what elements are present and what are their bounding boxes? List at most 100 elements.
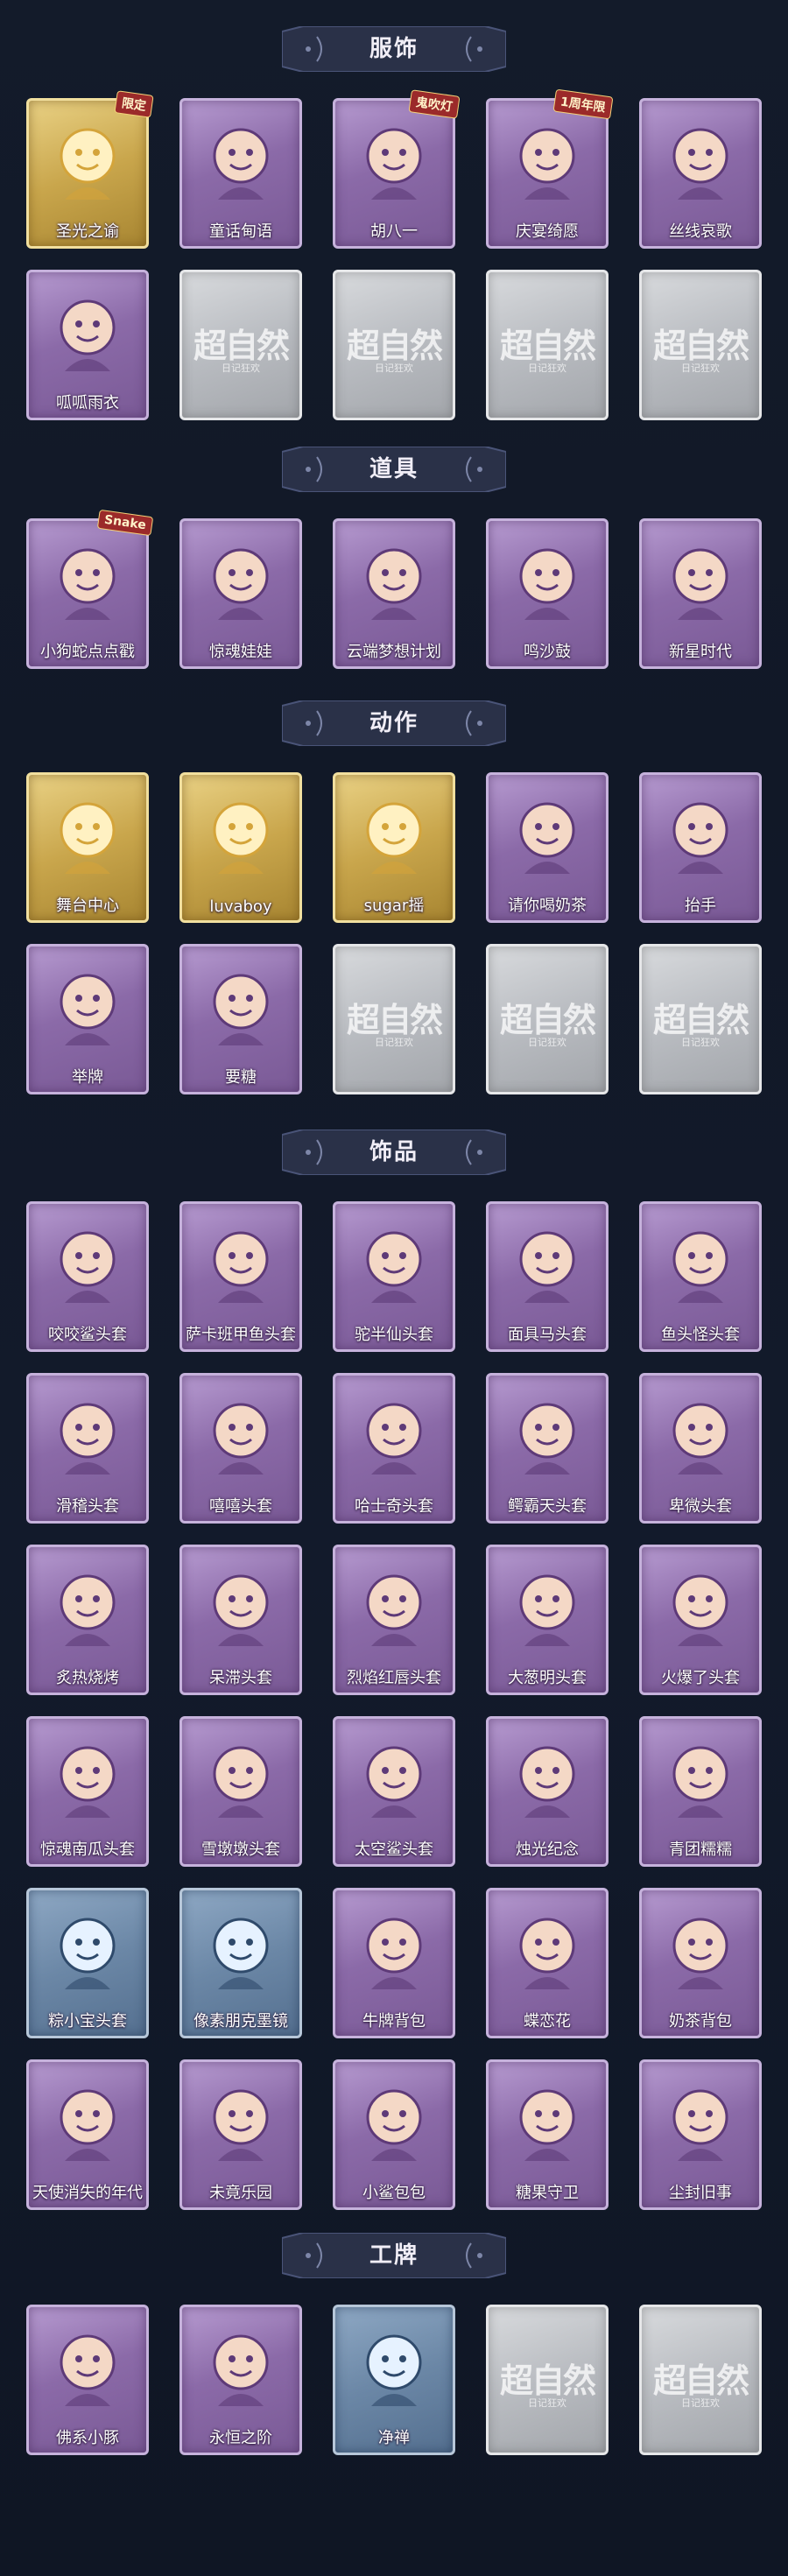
item-card[interactable]: 小鲨包包 (333, 2059, 455, 2210)
item-card[interactable]: sugar摇 (333, 772, 455, 923)
item-card[interactable]: 请你喝奶茶 (486, 772, 609, 923)
item-card[interactable]: 惊魂娃娃 (179, 518, 302, 669)
grin-emoji-icon (193, 1385, 288, 1483)
item-grid: 佛系小豚 永恒之阶 净禅 超自然 日记狂欢 超自然 日记狂欢 (26, 2305, 762, 2455)
item-card[interactable]: 火爆了头套 (639, 1545, 762, 1695)
placeholder-subtitle: 日记狂欢 (681, 362, 720, 374)
item-label: 嘻嘻头套 (209, 1497, 272, 1516)
item-label: 佛系小豚 (56, 2429, 119, 2447)
item-label: 滑稽头套 (56, 1497, 119, 1516)
item-card[interactable]: 鳄霸天头套 (486, 1373, 609, 1524)
item-label: 驼半仙头套 (355, 1326, 433, 1344)
section-header: 工牌 (282, 2233, 506, 2278)
item-card[interactable]: 嘻嘻头套 (179, 1373, 302, 1524)
placeholder-subtitle: 日记狂欢 (681, 1037, 720, 1048)
placeholder-subtitle: 日记狂欢 (528, 2397, 566, 2409)
section-header: 动作 (282, 700, 506, 746)
item-card[interactable]: 胡八一 鬼吹灯 (333, 89, 461, 249)
item-label: 鱼头怪头套 (661, 1326, 740, 1344)
item-card[interactable]: 举牌 (26, 944, 149, 1094)
item-label: 云端梦想计划 (347, 643, 441, 661)
locked-item-card[interactable]: 超自然 日记狂欢 (333, 944, 455, 1094)
section-header: 服饰 (282, 26, 506, 72)
item-card[interactable]: luvaboy (179, 772, 302, 923)
milk-tea-pose-icon (500, 785, 595, 883)
item-card[interactable]: 青团糯糯 (639, 1716, 762, 1867)
item-card[interactable]: 咬咬鲨头套 (26, 1201, 149, 1352)
item-card[interactable]: 小狗蛇点点戳 Snake (26, 509, 154, 669)
item-card[interactable]: 圣光之谕 限定 (26, 90, 154, 249)
pumpkin-icon (40, 1728, 135, 1826)
item-card[interactable]: 童话甸语 (179, 98, 302, 249)
item-card[interactable]: 呆滞头套 (179, 1545, 302, 1695)
item-card[interactable]: 蝶恋花 (486, 1888, 609, 2038)
section-title: 动作 (369, 710, 419, 736)
item-card[interactable]: 舞台中心 (26, 772, 149, 923)
locked-item-card[interactable]: 超自然 日记狂欢 (486, 944, 609, 1094)
item-card[interactable]: 呱呱雨衣 (26, 270, 149, 420)
dazed-emoji-icon (193, 1557, 288, 1655)
item-card[interactable]: 鱼头怪头套 (639, 1201, 762, 1352)
item-card[interactable]: 牛牌背包 (333, 1888, 455, 2038)
candle-icon (500, 1728, 595, 1826)
bbq-monster-icon (40, 1557, 135, 1655)
locked-item-card[interactable]: 超自然 日记狂欢 (179, 270, 302, 420)
item-card[interactable]: 萨卡班甲鱼头套 (179, 1201, 302, 1352)
item-card[interactable]: 大葱明头套 (486, 1545, 609, 1695)
item-card[interactable]: 像素朋克墨镜 (179, 1888, 302, 2038)
item-card[interactable]: 炙热烧烤 (26, 1545, 149, 1695)
item-card[interactable]: 太空鲨头套 (333, 1716, 455, 1867)
item-card[interactable]: 烛光纪念 (486, 1716, 609, 1867)
section-header: 道具 (282, 447, 506, 492)
item-card[interactable]: 滑稽头套 (26, 1373, 149, 1524)
item-card[interactable]: 鸣沙鼓 (486, 518, 609, 669)
husky-head-icon (347, 1385, 441, 1483)
item-label: 惊魂南瓜头套 (40, 1841, 135, 1859)
item-card[interactable]: 要糖 (179, 944, 302, 1094)
item-card[interactable]: 粽小宝头套 (26, 1888, 149, 2038)
fire-spirit-icon (653, 1557, 748, 1655)
item-label: 小鲨包包 (362, 2184, 426, 2202)
bear-head-icon (347, 1214, 441, 1312)
portrait-blonde-icon (40, 110, 135, 208)
item-card[interactable]: 尘封旧事 (639, 2059, 762, 2210)
item-card[interactable]: 丝线哀歌 (639, 98, 762, 249)
milk-tea-backpack-icon (653, 1900, 748, 1998)
item-card[interactable]: 卑微头套 (639, 1373, 762, 1524)
hold-sign-icon (40, 956, 135, 1054)
item-grid: 舞台中心 luvaboy sugar摇 请你喝奶茶 抬手 举牌 要糖 超自然 日记狂欢 超自然 日记… (26, 772, 762, 1094)
item-card[interactable]: 净禅 (333, 2305, 455, 2455)
locked-item-card[interactable]: 超自然 日记狂欢 (639, 944, 762, 1094)
item-label: 哈士奇头套 (355, 1497, 433, 1516)
locked-item-card[interactable]: 超自然 日记狂欢 (486, 2305, 609, 2455)
locked-item-card[interactable]: 超自然 日记狂欢 (639, 270, 762, 420)
item-card[interactable]: 天使消失的年代 (26, 2059, 149, 2210)
item-card[interactable]: 驼半仙头套 (333, 1201, 455, 1352)
item-card[interactable]: 未竟乐园 (179, 2059, 302, 2210)
item-card[interactable]: 佛系小豚 (26, 2305, 149, 2455)
item-card[interactable]: 云端梦想计划 (333, 518, 455, 669)
crocodile-head-icon (500, 1385, 595, 1483)
item-card[interactable]: 庆宴绮愿 1周年限 (486, 88, 614, 249)
item-card[interactable]: 抬手 (639, 772, 762, 923)
locked-item-card[interactable]: 超自然 日记狂欢 (486, 270, 609, 420)
locked-item-card[interactable]: 超自然 日记狂欢 (333, 270, 455, 420)
item-card[interactable]: 新星时代 (639, 518, 762, 669)
item-label: 要糖 (225, 1068, 257, 1087)
item-card[interactable]: 哈士奇头套 (333, 1373, 455, 1524)
item-card[interactable]: 雪墩墩头套 (179, 1716, 302, 1867)
item-card[interactable]: 糖果守卫 (486, 2059, 609, 2210)
pleading-emoji-icon (653, 1385, 748, 1483)
chibi-gentleman-icon (653, 2072, 748, 2170)
item-label: 小狗蛇点点戳 (40, 643, 135, 661)
item-card[interactable]: 面具马头套 (486, 1201, 609, 1352)
item-label: 烛光纪念 (516, 1841, 579, 1859)
item-card[interactable]: 奶茶背包 (639, 1888, 762, 2038)
portrait-card-icon (347, 2317, 441, 2415)
item-card[interactable]: 惊魂南瓜头套 (26, 1716, 149, 1867)
portrait-frog-hood-icon (40, 282, 135, 380)
item-label: 卑微头套 (669, 1497, 732, 1516)
item-card[interactable]: 永恒之阶 (179, 2305, 302, 2455)
locked-item-card[interactable]: 超自然 日记狂欢 (639, 2305, 762, 2455)
item-card[interactable]: 烈焰红唇头套 (333, 1545, 455, 1695)
